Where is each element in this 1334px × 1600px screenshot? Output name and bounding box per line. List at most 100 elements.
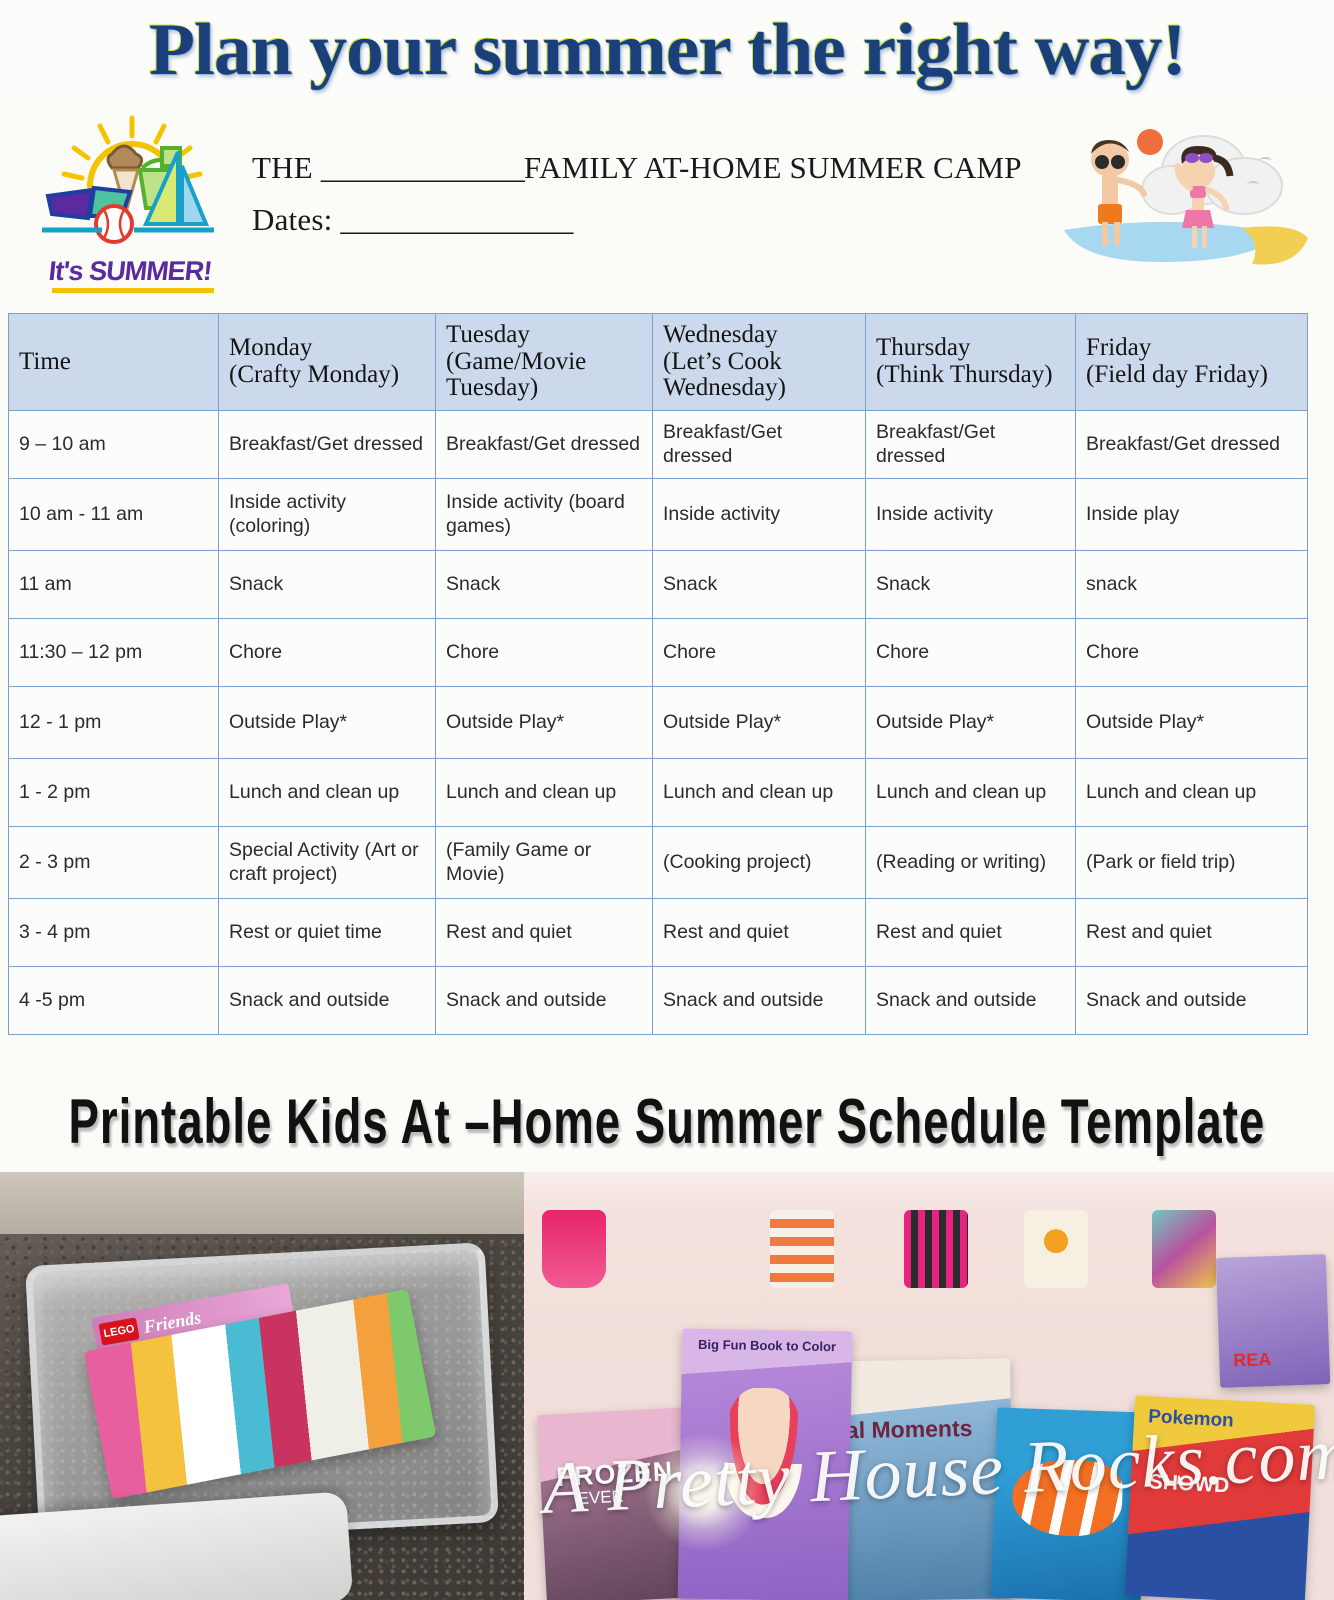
book-pokemon: Pokemon SHOWD — [1124, 1395, 1316, 1600]
cell-wednesday[interactable]: Chore — [652, 617, 866, 687]
book-pokemon-subtitle: SHOWD — [1148, 1470, 1230, 1498]
cell-wednesday[interactable]: (Cooking project) — [652, 825, 866, 899]
cell-tuesday[interactable]: Snack and outside — [435, 965, 653, 1035]
cell-tuesday[interactable]: Chore — [435, 617, 653, 687]
column-header-wednesday: Wednesday (Let’s Cook Wednesday) — [652, 313, 866, 411]
cell-thursday[interactable]: Outside Play* — [865, 685, 1076, 759]
column-header-monday: Monday (Crafty Monday) — [218, 313, 436, 411]
cell-time: 11:30 – 12 pm — [8, 617, 219, 687]
cell-monday[interactable]: Lunch and clean up — [218, 757, 436, 827]
cell-friday[interactable]: Lunch and clean up — [1075, 757, 1308, 827]
cell-monday[interactable]: Snack — [218, 549, 436, 619]
camp-suffix-label: FAMILY AT-HOME SUMMER CAMP — [523, 150, 1022, 185]
book-moments-title: cal Moments — [832, 1415, 973, 1444]
cell-time: 1 - 2 pm — [8, 757, 219, 827]
its-summer-clipart: It's SUMMER! — [30, 108, 230, 293]
cell-tuesday[interactable]: Inside activity (board games) — [435, 477, 653, 551]
cell-wednesday[interactable]: Outside Play* — [652, 685, 866, 759]
cell-wednesday[interactable]: Snack and outside — [652, 965, 866, 1035]
cell-time: 4 -5 pm — [8, 965, 219, 1035]
cell-thursday[interactable]: (Reading or writing) — [865, 825, 1076, 899]
column-header-thursday: Thursday (Think Thursday) — [865, 313, 1076, 411]
the-label: THE — [252, 150, 313, 185]
beach-kids-clipart — [1046, 120, 1316, 270]
book-pokemon-title: Pokemon — [1147, 1406, 1235, 1432]
cell-monday[interactable]: Rest or quiet time — [218, 897, 436, 967]
strawberry-character-art — [723, 1387, 804, 1519]
table-row: 12 - 1 pm Outside Play* Outside Play* Ou… — [8, 685, 1308, 759]
book-reading-title: REA — [1233, 1349, 1272, 1371]
camp-dates-line: Dates: ________________ — [252, 194, 1022, 246]
pencil-cup — [1152, 1210, 1216, 1288]
clownfish-art — [1010, 1458, 1124, 1538]
book-strawberry-header: Big Fun Book to Color — [697, 1336, 837, 1355]
cell-thursday[interactable]: Snack — [865, 549, 1076, 619]
book-nemo — [990, 1407, 1148, 1600]
pencil-cup — [542, 1210, 606, 1288]
cell-wednesday[interactable]: Lunch and clean up — [652, 757, 866, 827]
camp-name-blank[interactable]: ______________ — [321, 150, 525, 185]
table-row: 9 – 10 am Breakfast/Get dressed Breakfas… — [8, 409, 1308, 479]
cell-time: 11 am — [8, 549, 219, 619]
coloring-books-photo: REA FROZEN EVER cal Moments Big Fun Book… — [524, 1172, 1334, 1600]
cell-monday[interactable]: Special Activity (Art or craft project) — [218, 825, 436, 899]
cell-time: 10 am - 11 am — [8, 477, 219, 551]
cell-thursday[interactable]: Inside activity — [865, 477, 1076, 551]
cell-monday[interactable]: Outside Play* — [218, 685, 436, 759]
cell-friday[interactable]: (Park or field trip) — [1075, 825, 1308, 899]
cell-thursday[interactable]: Snack and outside — [865, 965, 1076, 1035]
cell-friday[interactable]: Inside play — [1075, 477, 1308, 551]
cell-wednesday[interactable]: Rest and quiet — [652, 897, 866, 967]
pencil-cup — [770, 1210, 834, 1288]
dates-label: Dates: — [252, 202, 333, 237]
table-row: 1 - 2 pm Lunch and clean up Lunch and cl… — [8, 757, 1308, 827]
cell-tuesday[interactable]: Lunch and clean up — [435, 757, 653, 827]
cell-monday[interactable]: Breakfast/Get dressed — [218, 409, 436, 479]
cell-monday[interactable]: Chore — [218, 617, 436, 687]
book-reading: REA — [1215, 1254, 1331, 1388]
cell-tuesday[interactable]: (Family Game or Movie) — [435, 825, 653, 899]
cell-thursday[interactable]: Rest and quiet — [865, 897, 1076, 967]
schedule-table-body: 9 – 10 am Breakfast/Get dressed Breakfas… — [8, 409, 1308, 1035]
its-summer-label: It's SUMMER! — [47, 256, 213, 286]
cell-friday[interactable]: Rest and quiet — [1075, 897, 1308, 967]
cell-friday[interactable]: Breakfast/Get dressed — [1075, 409, 1308, 479]
camp-name-line: THE ______________FAMILY AT-HOME SUMMER … — [252, 142, 1022, 194]
cell-wednesday[interactable]: Snack — [652, 549, 866, 619]
cell-thursday[interactable]: Breakfast/Get dressed — [865, 409, 1076, 479]
cell-wednesday[interactable]: Breakfast/Get dressed — [652, 409, 866, 479]
cell-monday[interactable]: Inside activity (coloring) — [218, 477, 436, 551]
cell-tuesday[interactable]: Snack — [435, 549, 653, 619]
cell-tuesday[interactable]: Breakfast/Get dressed — [435, 409, 653, 479]
subtitle-bar: Printable Kids At –Home Summer Schedule … — [0, 1068, 1334, 1173]
table-row: 10 am - 11 am Inside activity (coloring)… — [8, 477, 1308, 551]
cell-monday[interactable]: Snack and outside — [218, 965, 436, 1035]
column-header-friday: Friday (Field day Friday) — [1075, 313, 1308, 411]
schedule-table-head: Time Monday (Crafty Monday) Tuesday (Gam… — [8, 313, 1308, 411]
table-row: 4 -5 pm Snack and outside Snack and outs… — [8, 965, 1308, 1035]
cell-friday[interactable]: Chore — [1075, 617, 1308, 687]
cell-friday[interactable]: snack — [1075, 549, 1308, 619]
cell-thursday[interactable]: Lunch and clean up — [865, 757, 1076, 827]
cell-time: 3 - 4 pm — [8, 897, 219, 967]
summer-icons-svg — [42, 115, 214, 244]
cell-time: 2 - 3 pm — [8, 825, 219, 899]
cell-thursday[interactable]: Chore — [865, 617, 1076, 687]
summer-schedule-table: Time Monday (Crafty Monday) Tuesday (Gam… — [8, 313, 1308, 1035]
cell-time: 12 - 1 pm — [8, 685, 219, 759]
sun-icon — [1137, 129, 1163, 155]
cell-tuesday[interactable]: Outside Play* — [435, 685, 653, 759]
cell-friday[interactable]: Snack and outside — [1075, 965, 1308, 1035]
page-title-bar: Plan your summer the right way! — [0, 0, 1334, 100]
camp-dates-blank[interactable]: ________________ — [340, 202, 573, 237]
table-row: 3 - 4 pm Rest or quiet time Rest and qui… — [8, 897, 1308, 967]
cell-tuesday[interactable]: Rest and quiet — [435, 897, 653, 967]
page-title: Plan your summer the right way! — [148, 9, 1187, 91]
baseball-icon — [94, 204, 134, 244]
cell-wednesday[interactable]: Inside activity — [652, 477, 866, 551]
its-summer-underline — [52, 288, 214, 293]
floor-edge — [0, 1172, 524, 1234]
cell-friday[interactable]: Outside Play* — [1075, 685, 1308, 759]
column-header-time: Time — [8, 313, 219, 411]
header-band: It's SUMMER! THE ______________FAMILY AT… — [0, 100, 1334, 305]
